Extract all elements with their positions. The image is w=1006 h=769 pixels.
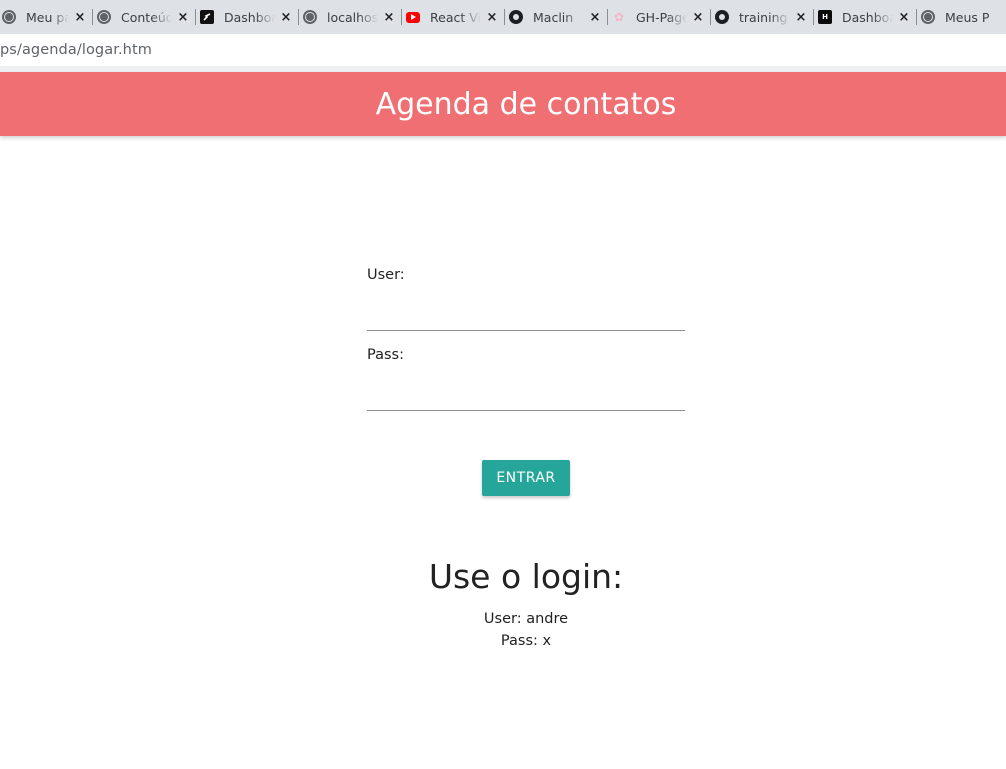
- tab-title: Conteúdo: [121, 9, 172, 25]
- hint-title: Use o login:: [428, 557, 624, 596]
- globe-icon: [97, 10, 111, 24]
- pass-label: Pass:: [367, 347, 404, 363]
- browser-tab[interactable]: Meus P: [917, 0, 1006, 34]
- hint-user-line: User: andre: [483, 611, 569, 627]
- app-logo-icon: [200, 10, 214, 24]
- login-hint: Use o login: User: andre Pass: x: [46, 550, 1006, 652]
- browser-tab[interactable]: Maclin ×: [505, 0, 608, 34]
- tab-title: Meus P: [945, 9, 990, 25]
- pink-logo-icon: ✿: [613, 10, 625, 24]
- youtube-icon: [406, 11, 420, 23]
- tab-title: React Video: [430, 9, 481, 25]
- login-form: User: Pass:: [367, 260, 685, 425]
- tab-title: Meu pai: [26, 9, 69, 25]
- browser-tab[interactable]: H Dashboard ×: [814, 0, 917, 34]
- tab-title: Dashboard: [224, 9, 275, 25]
- enter-button[interactable]: ENTRAR: [482, 460, 570, 496]
- close-icon[interactable]: ×: [279, 10, 293, 25]
- close-icon[interactable]: ×: [897, 10, 911, 25]
- tab-title: training: [739, 9, 788, 25]
- browser-tab[interactable]: training ×: [711, 0, 814, 34]
- hint-pass-line: Pass: x: [500, 633, 552, 649]
- browser-tab[interactable]: Conteúdo ×: [93, 0, 196, 34]
- globe-icon: [303, 10, 317, 24]
- url-text[interactable]: ps/agenda/logar.htm: [0, 42, 152, 58]
- close-icon[interactable]: ×: [691, 10, 705, 25]
- close-icon[interactable]: ×: [73, 10, 87, 25]
- user-input[interactable]: [367, 291, 685, 331]
- page-title: Agenda de contatos: [375, 86, 677, 122]
- close-icon[interactable]: ×: [176, 10, 190, 25]
- close-icon[interactable]: ×: [794, 10, 808, 25]
- github-icon: [715, 10, 729, 24]
- tab-title: Maclin: [533, 9, 574, 25]
- tab-title: Dashboard: [842, 9, 893, 25]
- pass-input[interactable]: [367, 371, 685, 411]
- tab-title: GH-Pages: [636, 9, 687, 25]
- globe-icon: [921, 10, 935, 24]
- tab-title: localhost: [327, 9, 378, 25]
- close-icon[interactable]: ×: [382, 10, 396, 25]
- browser-tab[interactable]: Meu pai ×: [0, 0, 93, 34]
- globe-icon: [2, 10, 16, 24]
- hn-logo-icon: H: [818, 10, 832, 24]
- close-icon[interactable]: ×: [588, 10, 602, 25]
- github-icon: [509, 10, 523, 24]
- browser-tab-strip: Meu pai × Conteúdo × Dashboard × localho…: [0, 0, 1006, 34]
- browser-tab[interactable]: React Video ×: [402, 0, 505, 34]
- address-bar[interactable]: ps/agenda/logar.htm: [0, 34, 1006, 66]
- browser-tab[interactable]: localhost ×: [299, 0, 402, 34]
- browser-tab[interactable]: Dashboard ×: [196, 0, 299, 34]
- browser-tab[interactable]: ✿ GH-Pages ×: [608, 0, 711, 34]
- close-icon[interactable]: ×: [485, 10, 499, 25]
- app-header: Agenda de contatos: [0, 72, 1006, 136]
- user-label: User:: [367, 267, 405, 283]
